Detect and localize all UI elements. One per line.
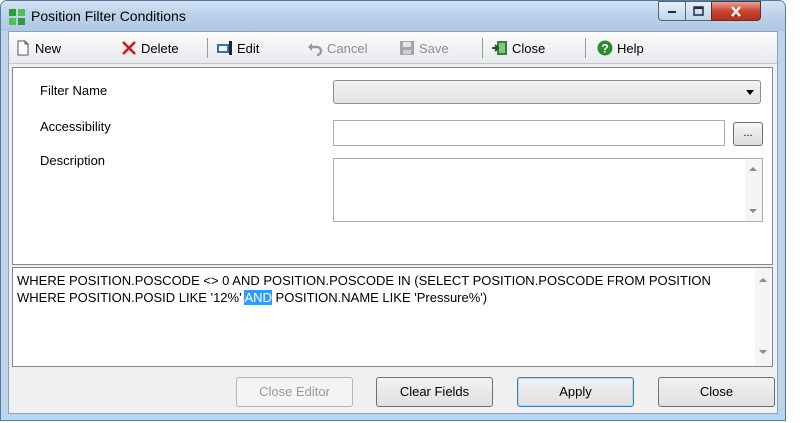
accessibility-browse-button[interactable]: ...	[733, 122, 763, 146]
delete-button[interactable]: Delete	[121, 38, 179, 58]
toolbar: New Delete Edit Cancel Save Close ? Help	[9, 32, 777, 64]
close-icon	[731, 5, 741, 17]
toolbar-separator	[482, 38, 483, 58]
accessibility-field[interactable]	[333, 120, 725, 146]
sql-text[interactable]: WHERE POSITION.POSCODE <> 0 AND POSITION…	[17, 272, 747, 306]
close-label: Close	[512, 40, 546, 56]
filter-name-label: Filter Name	[40, 83, 108, 98]
sql-text-after: POSITION.NAME LIKE 'Pressure%')	[271, 290, 488, 305]
delete-label: Delete	[141, 40, 179, 56]
chevron-down-icon	[746, 90, 754, 95]
undo-icon	[308, 43, 323, 56]
cancel-label: Cancel	[327, 40, 368, 56]
scroll-up-icon[interactable]	[759, 278, 767, 282]
svg-text:?: ?	[601, 42, 608, 56]
position-filter-icon	[9, 9, 25, 25]
toolbar-separator	[585, 38, 586, 58]
toolbar-separator	[207, 38, 208, 58]
minimize-button[interactable]	[658, 1, 686, 21]
scroll-down-icon[interactable]	[759, 350, 767, 354]
save-icon	[400, 41, 414, 55]
edit-icon	[217, 41, 232, 55]
help-icon: ?	[597, 40, 613, 56]
new-label: New	[35, 40, 62, 56]
clear-fields-button[interactable]: Clear Fields	[376, 377, 493, 407]
cancel-button[interactable]: Cancel	[307, 38, 367, 58]
maximize-button[interactable]	[685, 1, 712, 21]
new-document-icon	[17, 40, 29, 56]
filter-form: Filter Name Accessibility ... Descriptio…	[12, 67, 773, 265]
description-scrollbar[interactable]	[745, 159, 762, 221]
exit-door-icon	[492, 41, 507, 55]
maximize-icon	[693, 6, 704, 16]
window-title: Position Filter Conditions	[31, 8, 186, 24]
sql-selected-text: AND	[244, 290, 272, 305]
sql-scrollbar[interactable]	[755, 268, 772, 366]
filter-window: Position Filter Conditions New Delete Ed…	[0, 0, 786, 421]
help-label: Help	[617, 40, 644, 56]
filter-name-combo[interactable]	[333, 80, 761, 104]
accessibility-label: Accessibility	[40, 119, 111, 134]
save-button[interactable]: Save	[399, 38, 449, 58]
edit-button[interactable]: Edit	[217, 38, 259, 58]
save-label: Save	[419, 40, 449, 56]
close-button[interactable]: Close	[658, 377, 775, 407]
help-button[interactable]: ? Help	[597, 38, 644, 58]
close-toolbar-button[interactable]: Close	[492, 38, 545, 58]
close-editor-button[interactable]: Close Editor	[236, 377, 353, 407]
sql-editor[interactable]: WHERE POSITION.POSCODE <> 0 AND POSITION…	[12, 267, 773, 367]
apply-button[interactable]: Apply	[517, 377, 634, 407]
scroll-up-icon[interactable]	[749, 167, 757, 171]
button-bar: Close Editor Clear Fields Apply Close	[9, 369, 777, 413]
red-x-icon	[122, 41, 136, 55]
description-field[interactable]	[333, 158, 763, 222]
close-window-button[interactable]	[711, 1, 761, 21]
edit-label: Edit	[237, 40, 260, 56]
minimize-icon	[668, 11, 676, 13]
window-client: New Delete Edit Cancel Save Close ? Help…	[8, 31, 778, 414]
scroll-down-icon[interactable]	[749, 209, 757, 213]
new-button[interactable]: New	[15, 38, 61, 58]
title-bar[interactable]: Position Filter Conditions	[1, 1, 785, 31]
description-label: Description	[40, 153, 106, 168]
